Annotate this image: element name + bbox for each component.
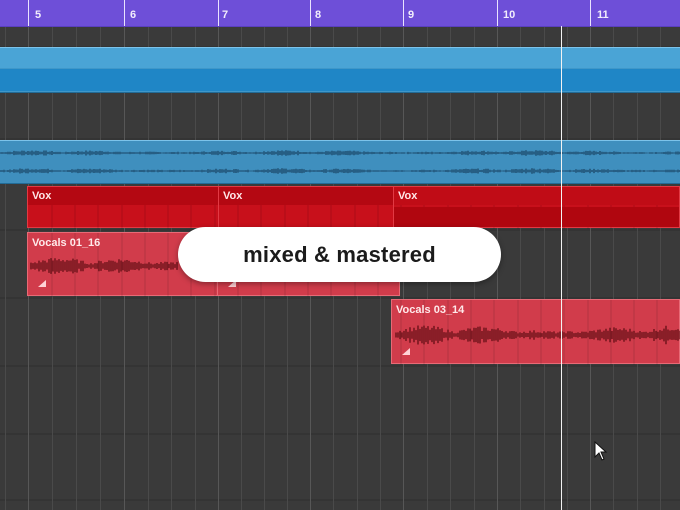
bus-region-bottom [0, 69, 680, 91]
bar-number: 11 [597, 9, 609, 21]
bar-number: 9 [408, 9, 415, 21]
region-label: Vox [398, 190, 418, 202]
fade-handle-icon[interactable] [402, 348, 410, 355]
fade-handle-icon[interactable] [38, 280, 46, 287]
bar-tick [590, 0, 591, 26]
waveform-peaks [395, 325, 680, 345]
region-header [219, 187, 393, 205]
vox-region-1[interactable]: Vox [27, 186, 219, 229]
bar-tick [497, 0, 498, 26]
bar-tick [218, 0, 219, 26]
vocal-waveform [395, 325, 680, 345]
bar-number: 5 [35, 9, 42, 21]
bar-tick [28, 0, 29, 26]
timeline-ruler[interactable]: 5 6 7 8 9 10 11 [0, 0, 680, 27]
bar-tick [403, 0, 404, 26]
bar-tick [310, 0, 311, 26]
bus-region-top [0, 48, 680, 68]
playhead-line[interactable] [561, 26, 562, 510]
stereo-waveform [0, 150, 680, 174]
waveform-peaks [30, 258, 178, 274]
stereo-audio-region[interactable] [0, 140, 680, 184]
caption-text: mixed & mastered [243, 241, 436, 267]
bus-region[interactable] [0, 47, 680, 93]
bar-tick [124, 0, 125, 26]
region-body [394, 207, 679, 227]
bar-number: 6 [130, 9, 137, 21]
arrange-window: 5 6 7 8 9 10 11 Vox Vox Vox Vocals 01_16 [0, 0, 680, 510]
region-label: Vox [223, 190, 243, 202]
mouse-pointer-icon [594, 441, 608, 461]
region-header [28, 187, 218, 205]
bar-number: 7 [222, 9, 229, 21]
vox-region-3[interactable]: Vox [393, 186, 680, 229]
waveform-left-channel [0, 150, 680, 156]
waveform-right-channel [0, 168, 680, 174]
vocal-region-3[interactable]: Vocals 03_14 [391, 299, 680, 365]
region-header [394, 187, 679, 205]
bar-number: 8 [315, 9, 322, 21]
region-label: Vox [32, 190, 52, 202]
caption-badge: mixed & mastered [178, 227, 501, 282]
bar-number: 10 [503, 9, 516, 21]
vox-region-2[interactable]: Vox [218, 186, 394, 229]
